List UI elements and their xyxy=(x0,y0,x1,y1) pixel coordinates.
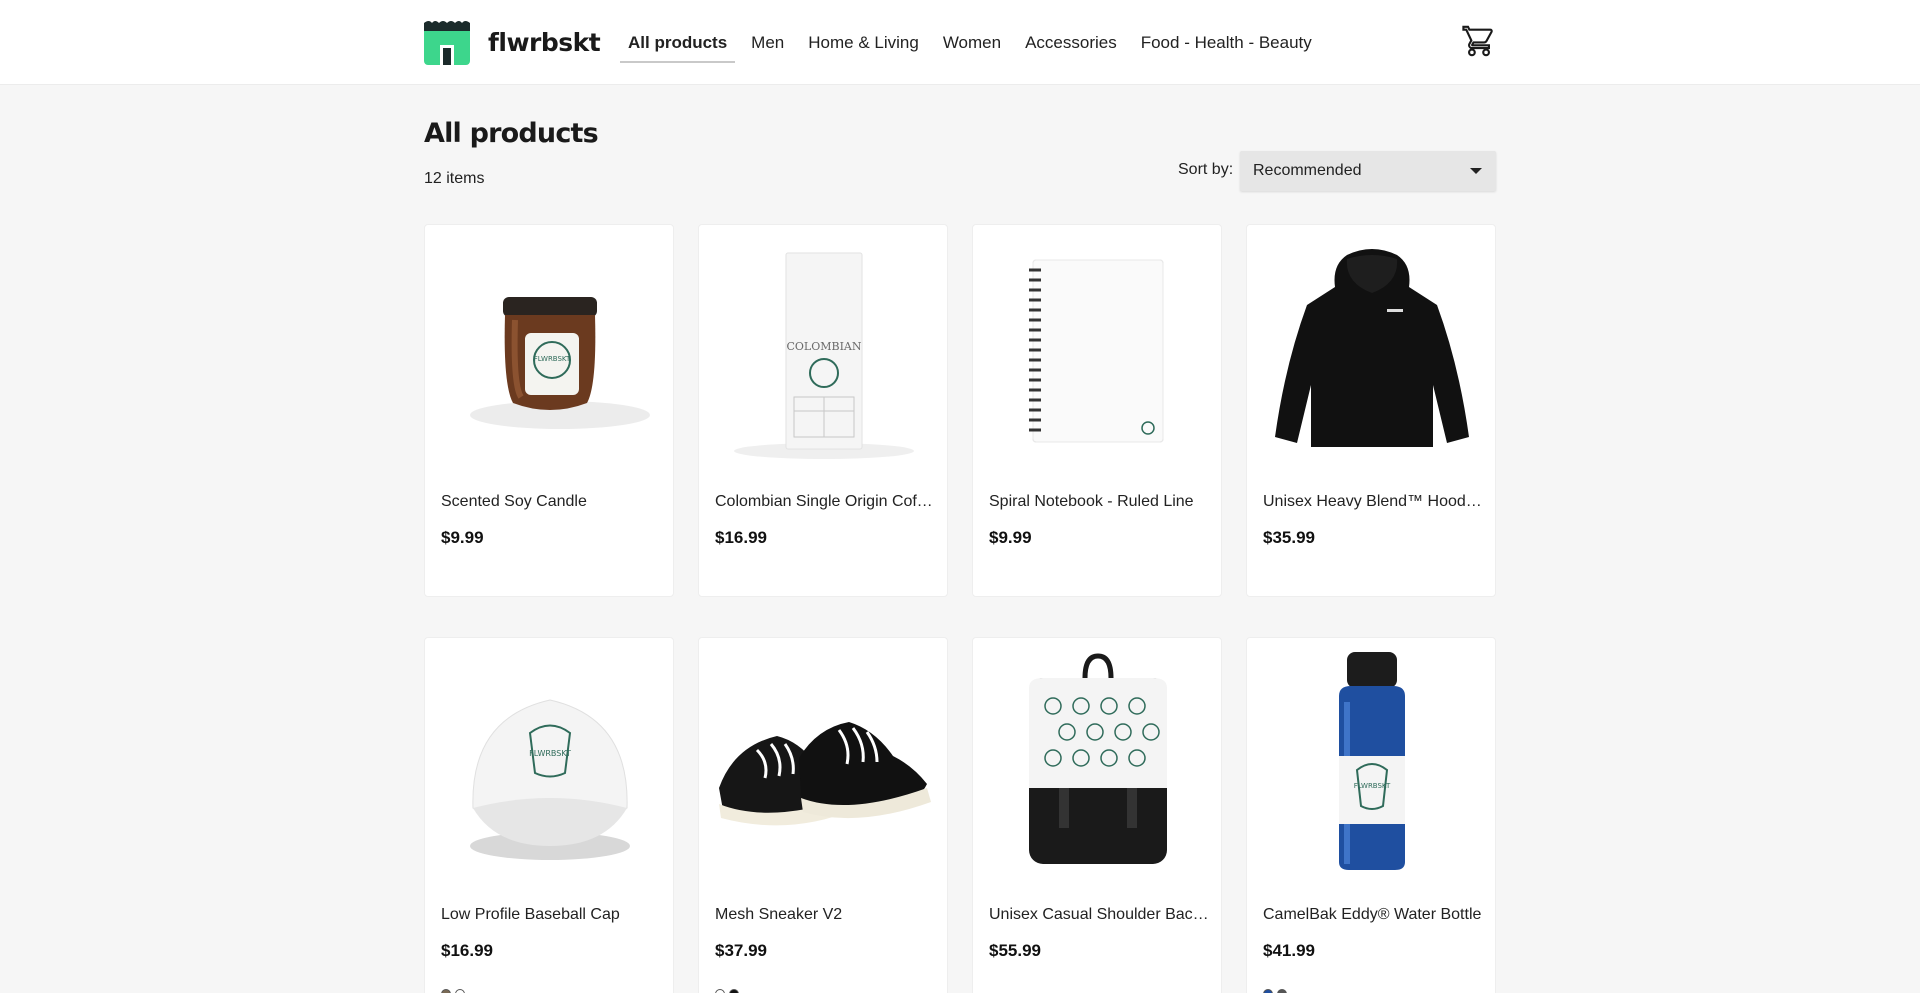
svg-text:FLWRBSKT: FLWRBSKT xyxy=(534,355,571,363)
color-swatch[interactable] xyxy=(1277,989,1287,993)
product-card[interactable]: COLOMBIAN Colombian Single Origin Coffee… xyxy=(698,224,948,597)
nav-item-men[interactable]: Men xyxy=(743,23,792,63)
svg-text:FLWRBSKT: FLWRBSKT xyxy=(529,749,571,758)
product-name[interactable]: Mesh Sneaker V2 xyxy=(715,906,937,924)
water-bottle-icon: FLWRBSKT xyxy=(1339,652,1405,870)
product-image-coffee-bag: COLOMBIAN xyxy=(699,225,947,475)
sort-selected-value: Recommended xyxy=(1253,162,1362,179)
nav-item-accessories[interactable]: Accessories xyxy=(1017,23,1125,63)
product-name[interactable]: Unisex Heavy Blend™ Hooded Sweatshirt xyxy=(1263,493,1485,511)
product-name[interactable]: CamelBak Eddy® Water Bottle xyxy=(1263,906,1485,924)
storefront-logo-icon xyxy=(424,21,470,65)
product-card[interactable]: Unisex Heavy Blend™ Hooded Sweatshirt $3… xyxy=(1246,224,1496,597)
product-image-cap: FLWRBSKT xyxy=(425,638,673,888)
product-image-sneakers xyxy=(699,638,947,888)
product-image-candle: FLWRBSKT xyxy=(425,225,673,475)
product-name[interactable]: Spiral Notebook - Ruled Line xyxy=(989,493,1211,511)
svg-text:FLWRBSKT: FLWRBSKT xyxy=(1354,782,1391,790)
nav-item-all-products[interactable]: All products xyxy=(620,23,736,63)
product-card[interactable]: FLWRBSKT Low Profile Baseball Cap $16.99 xyxy=(424,637,674,993)
product-name[interactable]: Scented Soy Candle xyxy=(441,493,663,511)
color-swatch[interactable] xyxy=(441,989,451,993)
product-price: $9.99 xyxy=(441,528,484,547)
coffee-bag-icon: COLOMBIAN xyxy=(734,252,914,459)
product-grid: FLWRBSKT Scented Soy Candle $9.99 COLOMB… xyxy=(424,224,1498,993)
product-image-backpack xyxy=(973,638,1221,888)
nav-item-home-living[interactable]: Home & Living xyxy=(800,23,927,63)
product-card[interactable]: Unisex Casual Shoulder Backpack $55.99 xyxy=(972,637,1222,993)
color-swatches xyxy=(715,989,739,993)
nav-item-food-health-beauty[interactable]: Food - Health - Beauty xyxy=(1133,23,1320,63)
brand-name: flwrbskt xyxy=(488,27,601,57)
candle-icon: FLWRBSKT xyxy=(470,297,650,429)
nav-item-women[interactable]: Women xyxy=(935,23,1009,63)
product-name[interactable]: Low Profile Baseball Cap xyxy=(441,906,663,924)
brand-logo[interactable]: flwrbskt xyxy=(424,18,601,66)
sort-label: Sort by: xyxy=(1178,161,1234,178)
cap-icon: FLWRBSKT xyxy=(470,699,630,860)
product-name[interactable]: Colombian Single Origin Coffee xyxy=(715,493,937,511)
hoodie-icon xyxy=(1275,249,1469,447)
product-card[interactable]: FLWRBSKT Scented Soy Candle $9.99 xyxy=(424,224,674,597)
color-swatch[interactable] xyxy=(729,989,739,993)
page-title: All products xyxy=(424,118,599,149)
product-card[interactable]: FLWRBSKT CamelBak Eddy® Water Bottle $41… xyxy=(1246,637,1496,993)
shopping-cart-icon[interactable] xyxy=(1462,24,1496,58)
site-header: flwrbskt All products Men Home & Living … xyxy=(0,0,1920,85)
product-price: $37.99 xyxy=(715,941,767,960)
color-swatches xyxy=(441,989,465,993)
color-swatch[interactable] xyxy=(1263,989,1273,993)
product-price: $41.99 xyxy=(1263,941,1315,960)
caret-down-icon xyxy=(1470,168,1482,174)
product-price: $35.99 xyxy=(1263,528,1315,547)
product-card[interactable]: Spiral Notebook - Ruled Line $9.99 xyxy=(972,224,1222,597)
notebook-icon xyxy=(1029,259,1164,443)
product-price: $16.99 xyxy=(715,528,767,547)
main-nav: All products Men Home & Living Women Acc… xyxy=(620,0,1328,85)
product-price: $16.99 xyxy=(441,941,493,960)
color-swatches xyxy=(1263,989,1287,993)
color-swatch[interactable] xyxy=(455,989,465,993)
product-image-hoodie xyxy=(1247,225,1495,475)
product-card[interactable]: Mesh Sneaker V2 $37.99 xyxy=(698,637,948,993)
item-count: 12 items xyxy=(424,170,485,187)
product-price: $9.99 xyxy=(989,528,1032,547)
color-swatch[interactable] xyxy=(715,989,725,993)
product-image-water-bottle: FLWRBSKT xyxy=(1247,638,1495,888)
sneaker-icon xyxy=(719,722,931,826)
product-price: $55.99 xyxy=(989,941,1041,960)
product-name[interactable]: Unisex Casual Shoulder Backpack xyxy=(989,906,1211,924)
product-image-notebook xyxy=(973,225,1221,475)
sort-dropdown[interactable]: Recommended xyxy=(1240,151,1496,191)
coffee-bag-label: COLOMBIAN xyxy=(786,340,861,353)
backpack-icon xyxy=(1029,653,1167,864)
